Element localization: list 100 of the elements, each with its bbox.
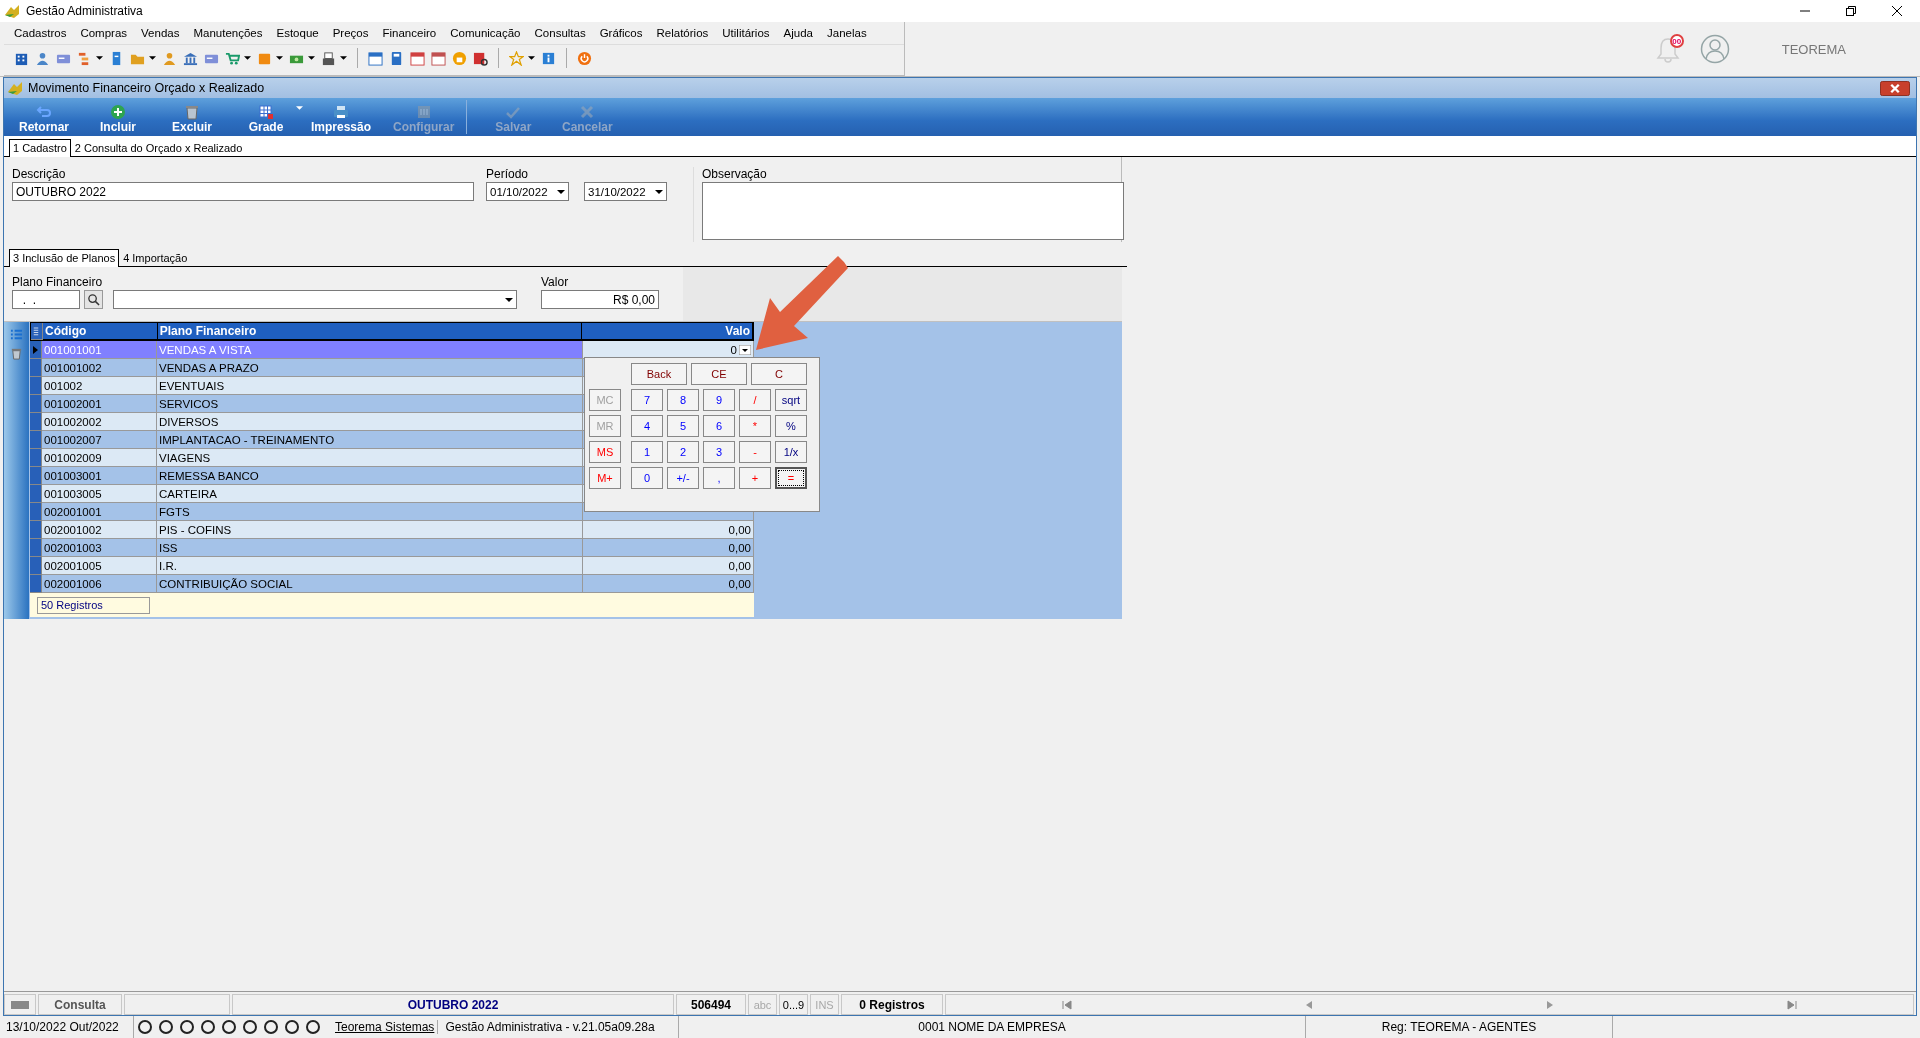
calculator-key[interactable]: MS (589, 441, 621, 463)
power-icon[interactable] (577, 50, 592, 66)
status-field: 0...9 (779, 994, 808, 1015)
trash-icon[interactable] (10, 347, 23, 360)
menu-item[interactable]: Manutenções (193, 27, 263, 39)
calendar-icon[interactable] (431, 50, 446, 66)
calculator-key[interactable]: 0 (631, 467, 663, 489)
grid-icon (258, 104, 274, 120)
calculator-key[interactable]: / (739, 389, 771, 411)
caret-icon[interactable] (96, 56, 103, 60)
caret-icon[interactable] (505, 297, 513, 302)
tab[interactable]: 4 Importação (119, 249, 192, 266)
calculator-key[interactable]: 8 (667, 389, 699, 411)
menu-item[interactable]: Relatórios (656, 27, 709, 39)
field-label: Descrição (12, 167, 67, 181)
caret-icon[interactable] (244, 56, 251, 60)
calculator-key[interactable]: 1/x (775, 441, 807, 463)
calculator-key[interactable]: 1 (631, 441, 663, 463)
bank-icon[interactable] (183, 50, 198, 66)
calendar-icon[interactable] (410, 50, 425, 66)
bell-icon[interactable] (1655, 36, 1680, 64)
calculator-key[interactable]: 4 (631, 415, 663, 437)
people-icon[interactable] (35, 50, 50, 66)
caret-icon[interactable] (149, 56, 156, 60)
code-field[interactable]: . . (12, 290, 80, 309)
column-header[interactable]: Código (42, 323, 158, 340)
calculator-key[interactable]: % (775, 415, 807, 437)
calculator-key[interactable]: 7 (631, 389, 663, 411)
star-icon[interactable] (509, 50, 524, 66)
calculator-key[interactable]: +/- (667, 467, 699, 489)
info-icon[interactable] (541, 50, 556, 66)
calculator-key[interactable]: 3 (703, 441, 735, 463)
calculator-key[interactable]: - (739, 441, 771, 463)
search-button[interactable] (84, 290, 103, 309)
menu-item[interactable]: Comunicação (450, 27, 521, 39)
calculator-icon[interactable] (389, 50, 404, 66)
toolbar-button[interactable]: Incluir (92, 104, 144, 136)
menu-item[interactable]: Estoque (276, 27, 319, 39)
menu-item[interactable]: Preços (332, 27, 369, 39)
calculator-key[interactable]: sqrt (775, 389, 807, 411)
menu-item[interactable]: Ajuda (783, 27, 813, 39)
trash-icon (184, 104, 200, 120)
website-link[interactable]: Teorema Sistemas (335, 1020, 439, 1034)
date-field[interactable]: 31/10/2022 (584, 182, 667, 201)
menu-item[interactable]: Utilitários (722, 27, 770, 39)
user-icon[interactable] (1699, 34, 1730, 64)
list-icon[interactable] (10, 328, 23, 341)
tab[interactable]: 1 Cadastro (9, 139, 71, 157)
calculator-key[interactable]: 5 (667, 415, 699, 437)
calculator-key[interactable]: * (739, 415, 771, 437)
menu-item[interactable]: Consultas (534, 27, 586, 39)
calculator-key[interactable]: 2 (667, 441, 699, 463)
menu-item[interactable]: Compras (80, 27, 128, 39)
calculator-key[interactable]: Back (631, 363, 687, 385)
dropdown-button[interactable] (739, 344, 751, 355)
first-record-button[interactable] (1061, 999, 1072, 1010)
row-pointer-icon (33, 345, 38, 354)
observation-field[interactable] (702, 182, 1124, 240)
calendar-icon[interactable] (368, 50, 383, 66)
calculator-key[interactable]: , (703, 467, 735, 489)
status-field: Consulta (38, 994, 122, 1015)
caret-icon[interactable] (276, 56, 283, 60)
toolbar-button[interactable]: Impressão (311, 104, 372, 136)
status-field: INS (810, 994, 839, 1015)
calculator-key[interactable]: C (751, 363, 807, 385)
columns-icon[interactable] (33, 326, 40, 336)
menu-item[interactable]: Vendas (141, 27, 180, 39)
notification-badge: 00 (1669, 34, 1684, 48)
caret-icon[interactable] (528, 56, 535, 60)
calculator-key[interactable]: CE (691, 363, 747, 385)
toolbar-button[interactable]: Excluir (166, 104, 218, 136)
calculator-key[interactable]: M+ (589, 467, 621, 489)
description-field[interactable]: OUTUBRO 2022 (12, 182, 474, 201)
menu-item[interactable]: Gráficos (599, 27, 643, 39)
toolbar-button[interactable]: Grade (240, 104, 292, 136)
tab[interactable]: 3 Inclusão de Planos (9, 249, 120, 267)
tab[interactable]: 2 Consulta do Orçado x Realizado (70, 139, 247, 156)
menu-item[interactable]: Cadastros (14, 27, 67, 39)
caret-icon[interactable] (340, 56, 347, 60)
calculator-key[interactable]: = (775, 467, 807, 489)
person-icon[interactable] (162, 50, 177, 66)
close-button[interactable] (1880, 80, 1910, 96)
row-indicator[interactable] (31, 323, 43, 340)
toolbar-button[interactable]: Retornar (18, 104, 70, 136)
value-field[interactable]: R$ 0,00 (541, 290, 659, 309)
caret-icon[interactable] (655, 189, 663, 194)
menu-item[interactable]: Janelas (827, 27, 867, 39)
row-indicator[interactable] (30, 341, 42, 359)
last-record-button[interactable] (1787, 999, 1798, 1010)
column-header[interactable]: Valo (582, 323, 753, 340)
caret-icon[interactable] (557, 189, 565, 194)
calculator-key[interactable]: + (739, 467, 771, 489)
date-field[interactable]: 01/10/2022 (486, 182, 569, 201)
window-title: Gestão Administrativa (26, 4, 143, 18)
calculator-key[interactable]: 6 (703, 415, 735, 437)
menu-item[interactable]: Financeiro (382, 27, 437, 39)
caret-icon[interactable] (308, 56, 315, 60)
column-header[interactable]: Plano Financeiro (157, 323, 583, 340)
plan-dropdown[interactable] (113, 290, 517, 309)
calculator-key[interactable]: 9 (703, 389, 735, 411)
